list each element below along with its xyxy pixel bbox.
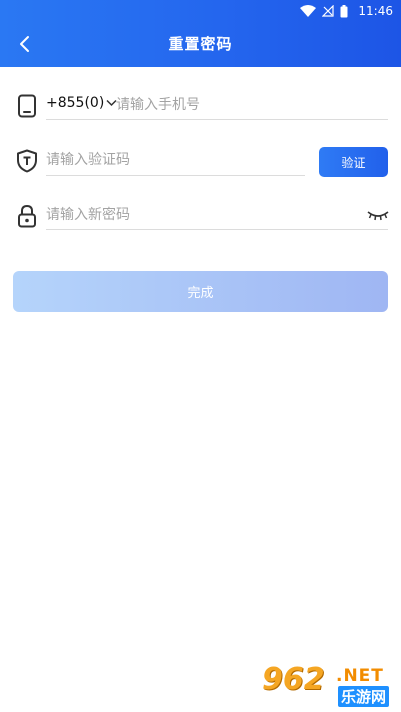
eye-closed-icon[interactable] xyxy=(367,208,389,222)
shield-icon xyxy=(17,149,37,173)
password-row xyxy=(0,196,401,236)
status-bar: 11:46 xyxy=(201,0,401,22)
new-password-input[interactable] xyxy=(46,201,356,229)
status-time: 11:46 xyxy=(358,4,393,18)
watermark-main: 962 xyxy=(262,662,325,697)
watermark-sub: 乐游网 xyxy=(338,686,390,707)
phone-input[interactable] xyxy=(116,91,386,119)
country-code-label: +855(0) xyxy=(46,95,105,111)
submit-button[interactable]: 完成 xyxy=(13,271,388,312)
watermark-net: .NET xyxy=(336,666,384,686)
password-underline xyxy=(46,229,388,230)
get-code-button[interactable]: 验证 xyxy=(319,147,388,177)
battery-icon xyxy=(340,4,348,17)
country-code-select[interactable]: +855(0) xyxy=(46,95,117,111)
watermark-logo: 962 .NET 乐游网 xyxy=(262,662,397,708)
phone-icon xyxy=(18,94,36,118)
app-header: 11:46 重置密码 xyxy=(0,0,401,67)
phone-underline xyxy=(46,119,388,120)
phone-row: +855(0) xyxy=(0,86,401,126)
signal-off-icon xyxy=(322,5,335,17)
lock-icon xyxy=(18,204,36,228)
code-underline xyxy=(46,175,305,176)
wifi-icon xyxy=(300,5,317,17)
code-input[interactable] xyxy=(46,146,304,174)
page-title: 重置密码 xyxy=(168,35,233,53)
